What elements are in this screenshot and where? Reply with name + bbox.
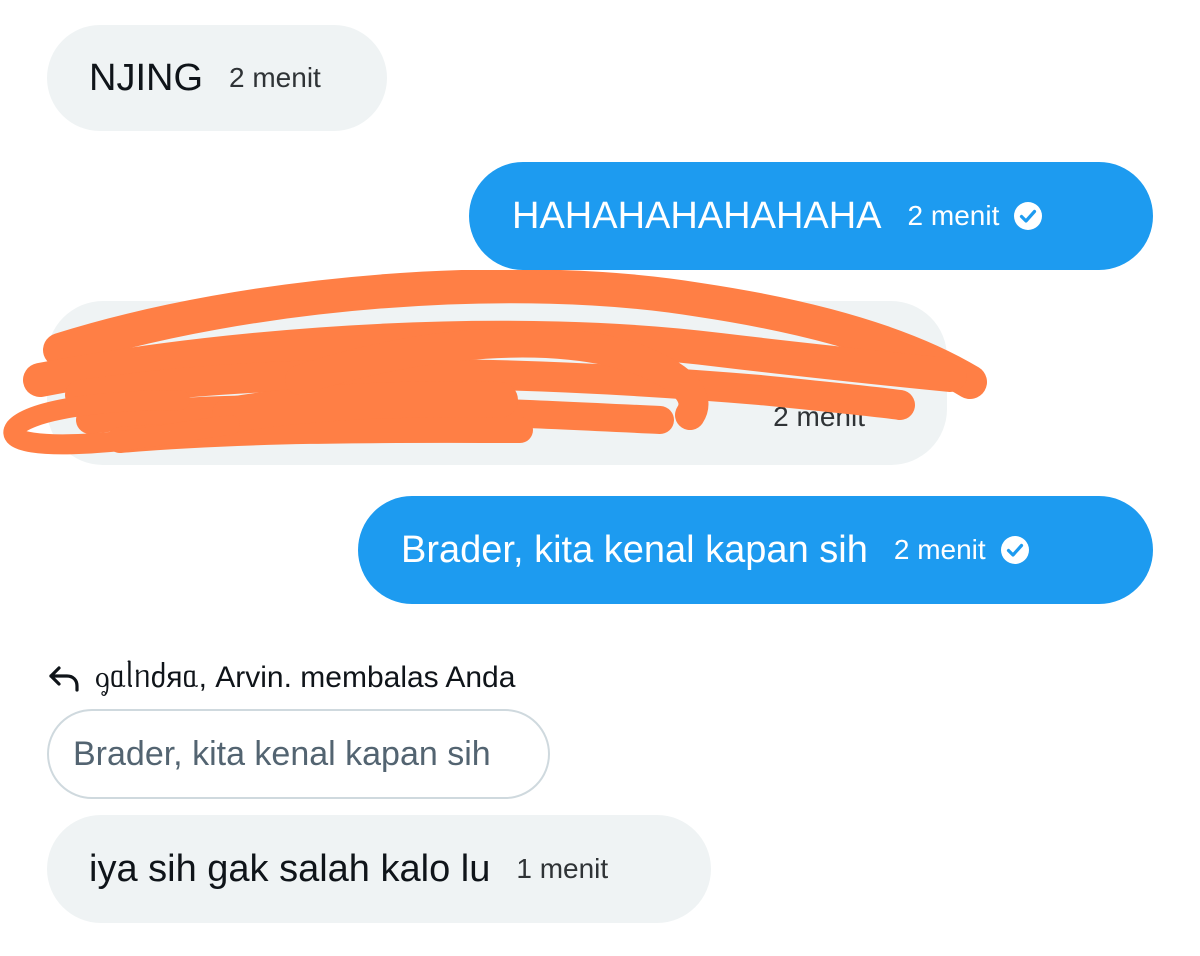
message-bubble-outgoing[interactable]: Brader, kita kenal kapan sih 2 menit <box>358 496 1153 604</box>
message-bubble-outgoing[interactable]: HAHAHAHAHAHAHA 2 menit <box>469 162 1153 270</box>
message-bubble-incoming[interactable]: NJING 2 menit <box>47 25 387 131</box>
quoted-message-text: Brader, kita kenal kapan sih <box>73 734 491 773</box>
message-text: iya sih gak salah kalo lu <box>89 847 491 890</box>
message-timestamp: 1 menit <box>516 853 609 884</box>
message-text: HAHAHAHAHAHAHA <box>512 194 882 237</box>
reply-arrow-icon <box>49 666 79 692</box>
quoted-message[interactable]: Brader, kita kenal kapan sih <box>47 709 550 799</box>
message-timestamp: 2 menit <box>773 401 865 432</box>
message-timestamp: 2 menit <box>229 62 321 93</box>
message-bubble-incoming-redacted[interactable]: 2 menit <box>47 301 947 465</box>
message-timestamp: 2 menit <box>907 200 1000 231</box>
reply-context-text: ᧁᥲᥣᥒძяᥲ, Arvin. membalas Anda <box>95 660 516 694</box>
message-text: Brader, kita kenal kapan sih <box>401 528 868 571</box>
reply-context: ᧁᥲᥣᥒძяᥲ, Arvin. membalas Anda <box>47 656 515 700</box>
check-circle-icon <box>1000 536 1029 564</box>
check-circle-icon <box>1014 202 1043 230</box>
message-timestamp: 2 menit <box>893 534 986 565</box>
message-bubble-incoming[interactable]: iya sih gak salah kalo lu 1 menit <box>47 815 711 923</box>
message-text: NJING <box>89 56 203 99</box>
